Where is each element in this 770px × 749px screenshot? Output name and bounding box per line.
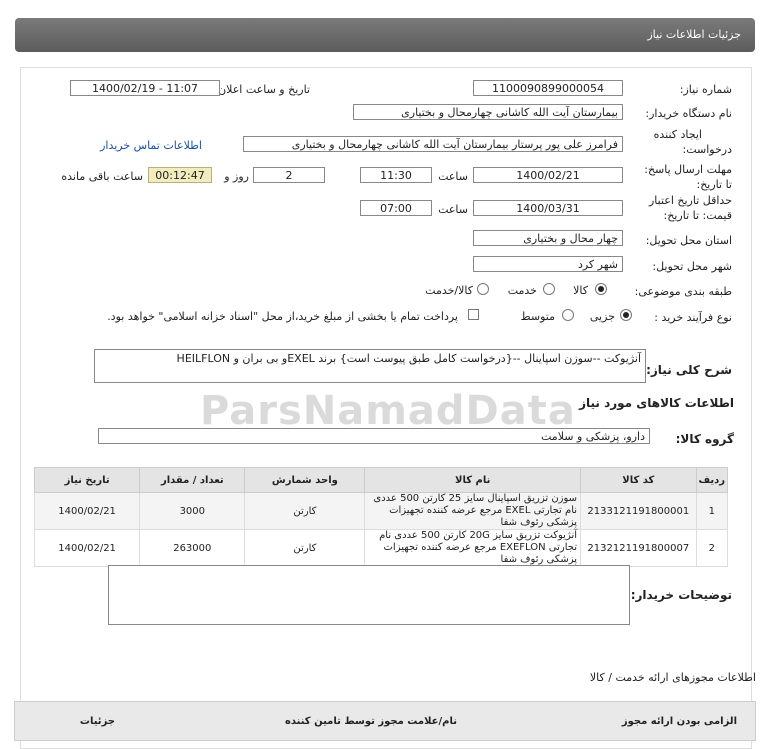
group-field: دارو، پزشکی و سلامت [98,428,650,444]
category-radio-goods[interactable] [595,283,607,295]
summary-label: شرح کلی نیاز: [646,363,732,377]
validity-label-2: قیمت: تا تاریخ: [663,209,732,222]
cell-name: سوزن تزریق اسپاینال سایز 25 کارتن 500 عد… [364,492,582,530]
page-header: جزئیات اطلاعات نیاز [15,18,755,52]
summary-box: آنژیوکت --سوزن اسپاینال --{درخواست کامل … [94,349,646,383]
process-radio-small[interactable] [620,309,632,321]
services-title: اطلاعات مجوزهای ارائه خدمت / کالا [589,671,756,684]
buyer-contact-link[interactable]: اطلاعات تماس خریدار [100,139,202,152]
cell-unit: کارتن [244,529,366,567]
category-service-label: خدمت [507,284,537,297]
cell-qty: 3000 [139,492,246,530]
validity-label: حداقل تاریخ اعتبار [648,194,732,207]
treasury-note: پرداخت تمام یا بخشی از مبلغ خرید،از محل … [107,310,458,323]
cell-name: آنژیوکت تزریق سایز 20G کارتن 500 عددی نا… [364,529,582,567]
deadline-time-word: ساعت [438,170,468,183]
announce-field: 1400/02/19 - 11:07 [70,80,220,96]
col-name: نام کالا [364,467,582,493]
deadline-label-2: تا تاریخ: [696,178,732,191]
creator-field: فرامرز علی پور پرستار بیمارستان آیت الله… [243,136,623,152]
col-code: کد کالا [580,467,697,493]
category-label: طبقه بندی موضوعی: [634,285,732,298]
deadline-time-field: 11:30 [360,167,432,183]
category-radio-service[interactable] [543,283,555,295]
cell-unit: کارتن [244,492,366,530]
need-number-field: 1100090899000054 [473,80,623,96]
validity-time-field: 07:00 [360,200,432,216]
need-number-label: شماره نیاز: [679,83,732,96]
validity-time-word: ساعت [438,203,468,216]
svc-col-license: نام/علامت مجوز توسط تامین کننده [284,716,457,727]
province-field: چهار محال و بختیاری [473,230,623,246]
deadline-date-field: 1400/02/21 [473,167,623,183]
buyer-label: نام دستگاه خریدار: [645,107,732,120]
col-qty: تعداد / مقدار [139,467,246,493]
col-unit: واحد شمارش [244,467,366,493]
col-row: ردیف [695,467,729,493]
process-medium-label: متوسط [520,310,555,323]
city-label: شهر محل تحویل: [652,260,732,273]
items-table-header: ردیف کد کالا نام کالا واحد شمارش تعداد /… [33,467,729,493]
category-both-label: کالا/خدمت [425,284,473,297]
cell-code: 2133121191800001 [580,492,697,530]
cell-date: 1400/02/21 [33,492,141,530]
cell-code: 2132121191800007 [580,529,697,567]
remaining-word: ساعت باقی مانده [61,170,143,183]
cell-row: 1 [695,492,729,530]
page-title: جزئیات اطلاعات نیاز [647,28,741,41]
buyer-notes-label: توضیحات خریدار: [630,588,732,602]
process-radio-medium[interactable] [562,309,574,321]
cell-date: 1400/02/21 [33,529,141,567]
services-table-header: الزامی بودن ارائه مجوز نام/علامت مجوز تو… [14,701,756,741]
days-word: روز و [224,170,249,183]
city-field: شهر کرد [473,256,623,272]
svc-col-required: الزامی بودن ارائه مجوز [621,716,737,727]
remaining-timer: 00:12:47 [148,167,212,183]
buyer-field: بیمارستان آیت الله کاشانی چهارمحال و بخت… [353,104,623,120]
buyer-notes-box [108,565,630,625]
cell-row: 2 [695,529,729,567]
col-date: تاریخ نیاز [33,467,141,493]
category-radio-both[interactable] [477,283,489,295]
group-label: گروه کالا: [675,432,734,446]
items-section-title: اطلاعات کالاهای مورد نیاز [579,396,734,410]
items-table: ردیف کد کالا نام کالا واحد شمارش تعداد /… [33,467,729,567]
category-goods-label: کالا [573,284,588,297]
deadline-label: مهلت ارسال پاسخ: [644,163,732,176]
svc-col-details: جزئیات [79,716,115,727]
days-field: 2 [253,167,325,183]
process-small-label: جزیی [589,310,615,323]
process-label: نوع فرآیند خرید : [654,311,732,324]
creator-label-2: درخواست: [682,143,732,156]
table-row: 1 2133121191800001 سوزن تزریق اسپاینال س… [33,492,729,530]
creator-label: ایجاد کننده [653,128,702,141]
validity-date-field: 1400/03/31 [473,200,623,216]
treasury-checkbox[interactable] [468,309,479,320]
table-row: 2 2132121191800007 آنژیوکت تزریق سایز 20… [33,529,729,567]
province-label: استان محل تحویل: [645,234,732,247]
cell-qty: 263000 [139,529,246,567]
